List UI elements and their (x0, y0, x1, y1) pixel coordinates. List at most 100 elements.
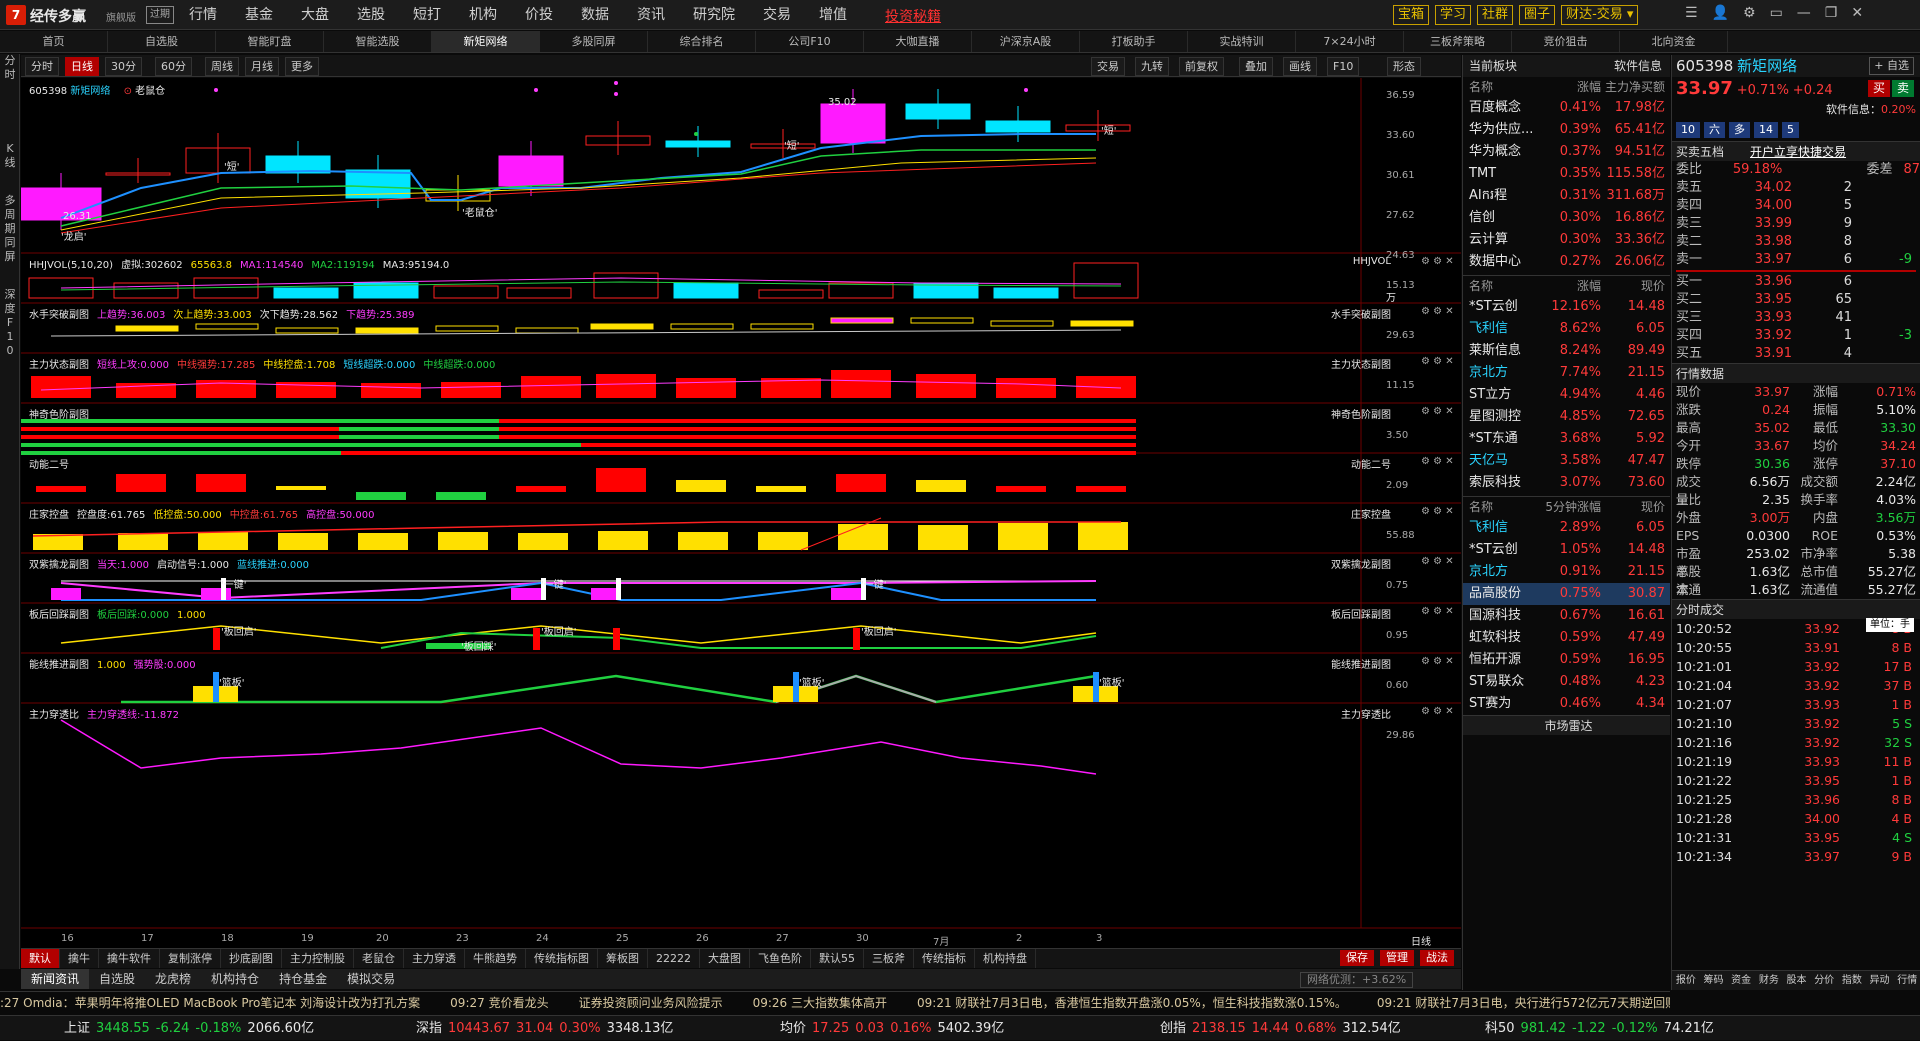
module-tab[interactable]: 打板助手 (1080, 31, 1188, 52)
indicator-tool-button[interactable]: 管理 (1380, 950, 1414, 966)
window-control-icon[interactable]: ▭ (1770, 5, 1783, 21)
level-button[interactable]: 六 (1704, 122, 1725, 138)
indicator-tab[interactable]: 机构持盘 (975, 949, 1036, 968)
indicator-tab[interactable]: 筹板图 (598, 949, 648, 968)
module-tab[interactable]: 竞价狙击 (1512, 31, 1620, 52)
panel-tool-icons[interactable]: ⚙ ⚙ ✕ (1421, 606, 1454, 617)
index-status[interactable]: 创指 2138.15 14.44 0.68% 312.54亿 (1160, 1016, 1401, 1041)
sector-row[interactable]: *ST云创 12.16% 14.48 (1463, 296, 1670, 318)
panel-tool-icons[interactable]: ⚙ ⚙ ✕ (1421, 556, 1454, 567)
quote-footer-tab[interactable]: 报价 (1672, 971, 1700, 990)
period-button[interactable]: 30分 (105, 57, 142, 76)
window-control-icon[interactable]: ⚙ (1743, 5, 1756, 21)
sector-row[interactable]: TMT 0.35% 115.58亿 (1463, 163, 1670, 185)
menu-item[interactable]: 研究院 (679, 0, 749, 30)
menu-item[interactable]: 资讯 (623, 0, 679, 30)
order-level-row[interactable]: 卖二 33.98 8 (1672, 233, 1920, 251)
menu-item[interactable]: 交易 (749, 0, 805, 30)
quote-footer-tab[interactable]: 股本 (1783, 971, 1811, 990)
promo-link[interactable]: 投资秘籍 (885, 6, 941, 26)
panel-tool-icons[interactable]: ⚙ ⚙ ✕ (1421, 656, 1454, 667)
view-strip-char[interactable]: 线 (0, 156, 20, 170)
level-button[interactable]: 多 (1729, 122, 1750, 138)
module-tab[interactable]: 新矩网络 (432, 31, 540, 52)
sector-row[interactable]: ST赛为 0.46% 4.34 (1463, 693, 1670, 715)
period-button[interactable]: 更多 (285, 57, 319, 76)
sector-row[interactable]: 品高股份 0.75% 30.87 (1463, 583, 1670, 605)
order-level-row[interactable]: 买二 33.95 65 (1672, 291, 1920, 309)
sector-row[interactable]: *ST东通 3.68% 5.92 (1463, 428, 1670, 450)
news-tab[interactable]: 自选股 (89, 969, 145, 989)
news-tab[interactable]: 持仓基金 (269, 969, 337, 989)
chart-tool-button[interactable]: 前复权 (1179, 57, 1224, 76)
menu-item[interactable]: 大盘 (287, 0, 343, 30)
index-status[interactable]: 科50 981.42 -1.22 -0.12% 74.21亿 (1485, 1016, 1714, 1041)
window-control-icon[interactable]: 👤 (1712, 5, 1729, 21)
top-button[interactable]: 学习 (1435, 5, 1472, 25)
quote-footer-tab[interactable]: 财务 (1755, 971, 1783, 990)
view-strip-char[interactable]: 屏 (0, 250, 20, 264)
view-strip-char[interactable]: 同 (0, 236, 20, 250)
period-button[interactable]: 60分 (155, 57, 192, 76)
quote-footer-tab[interactable]: 筹码 (1700, 971, 1728, 990)
sector-row[interactable]: ST立方 4.94% 4.46 (1463, 384, 1670, 406)
sector-row[interactable]: 天亿马 3.58% 47.47 (1463, 450, 1670, 472)
news-tab[interactable]: 龙虎榜 (145, 969, 201, 989)
indicator-tab[interactable]: 传统指标 (914, 949, 975, 968)
indicator-tab[interactable]: 主力穿透 (404, 949, 465, 968)
order-level-row[interactable]: 买三 33.93 41 (1672, 309, 1920, 327)
indicator-tab[interactable]: 默认55 (811, 949, 864, 968)
top-button[interactable]: 圈子 (1519, 5, 1556, 25)
menu-item[interactable]: 机构 (455, 0, 511, 30)
chart-area[interactable]: 605398 新矩网络 ⊙ 老鼠仓 '龙启' '短' '短' '短' '老鼠仓' 35.0… (21, 78, 1461, 948)
period-button[interactable]: 周线 (205, 57, 239, 76)
buy-button[interactable]: 买 (1867, 80, 1890, 97)
ticker-item[interactable]: 09:21 财联社7月3日电，香港恒生指数开盘涨0.05%，恒生科技指数涨0.1… (917, 996, 1347, 1010)
chart-tool-button[interactable]: 交易 (1091, 57, 1125, 76)
level-button[interactable]: 14 (1754, 122, 1778, 138)
indicator-tool-button[interactable]: 战法 (1420, 950, 1454, 966)
module-tab[interactable]: 公司F10 (756, 31, 864, 52)
top-button[interactable]: 宝箱 (1393, 5, 1430, 25)
menu-item[interactable]: 基金 (231, 0, 287, 30)
sector-row[interactable]: 信创 0.30% 16.86亿 (1463, 207, 1670, 229)
window-control-icon[interactable]: ❐ (1825, 5, 1838, 21)
panel-tool-icons[interactable]: ⚙ ⚙ ✕ (1421, 406, 1454, 417)
menu-item[interactable]: 数据 (567, 0, 623, 30)
news-tab[interactable]: 模拟交易 (337, 969, 405, 989)
view-strip-char[interactable]: 时 (0, 68, 20, 82)
order-level-row[interactable]: 卖五 34.02 2 (1672, 179, 1920, 197)
view-strip-char[interactable]: 0 (0, 344, 20, 358)
quote-footer-tab[interactable]: 指数 (1838, 971, 1866, 990)
quote-footer-tab[interactable]: 行情 (1893, 971, 1920, 990)
view-strip-char[interactable]: K (0, 142, 20, 156)
sell-button[interactable]: 卖 (1891, 80, 1914, 97)
window-control-icon[interactable]: — (1797, 5, 1811, 21)
view-strip-char[interactable]: 度 (0, 302, 20, 316)
sector-row[interactable]: 飞利信 8.62% 6.05 (1463, 318, 1670, 340)
sector-row[interactable]: AIករ程 0.31% 311.68万 (1463, 185, 1670, 207)
module-tab[interactable]: 沪深京A股 (972, 31, 1080, 52)
order-level-row[interactable]: 买一 33.96 6 (1672, 273, 1920, 291)
sector-row[interactable]: 云计算 0.30% 33.36亿 (1463, 229, 1670, 251)
top-button[interactable]: 财达-交易 ▾ (1561, 5, 1639, 25)
sector-row[interactable]: 飞利信 2.89% 6.05 (1463, 517, 1670, 539)
panel-tool-icons[interactable]: ⚙ ⚙ ✕ (1421, 706, 1454, 717)
sector-row[interactable]: 星图测控 4.85% 72.65 (1463, 406, 1670, 428)
module-tab[interactable]: 自选股 (108, 31, 216, 52)
chart-tool-button[interactable]: 九转 (1135, 57, 1169, 76)
indicator-tab[interactable]: 主力控制股 (282, 949, 354, 968)
window-control-icon[interactable]: ☰ (1685, 5, 1698, 21)
ticker-item[interactable]: :27 Omdia：苹果明年将推OLED MacBook Pro笔记本 刘海设计… (0, 996, 420, 1010)
ticker-item[interactable]: 09:27 竞价看龙头 (450, 996, 548, 1010)
sector-row[interactable]: 莱斯信息 8.24% 89.49 (1463, 340, 1670, 362)
sector-row[interactable]: 华为概念 0.37% 94.51亿 (1463, 141, 1670, 163)
view-strip-char[interactable]: 1 (0, 330, 20, 344)
indicator-tab[interactable]: 飞鱼色阶 (750, 949, 811, 968)
sector-row[interactable]: 百度概念 0.41% 17.98亿 (1463, 97, 1670, 119)
menu-item[interactable]: 选股 (343, 0, 399, 30)
indicator-tab[interactable]: 老鼠仓 (354, 949, 404, 968)
order-level-row[interactable]: 买四 33.92 1 -3 (1672, 327, 1920, 345)
panel-tool-icons[interactable]: ⚙ ⚙ ✕ (1421, 356, 1454, 367)
view-strip-char[interactable]: 分 (0, 54, 20, 68)
